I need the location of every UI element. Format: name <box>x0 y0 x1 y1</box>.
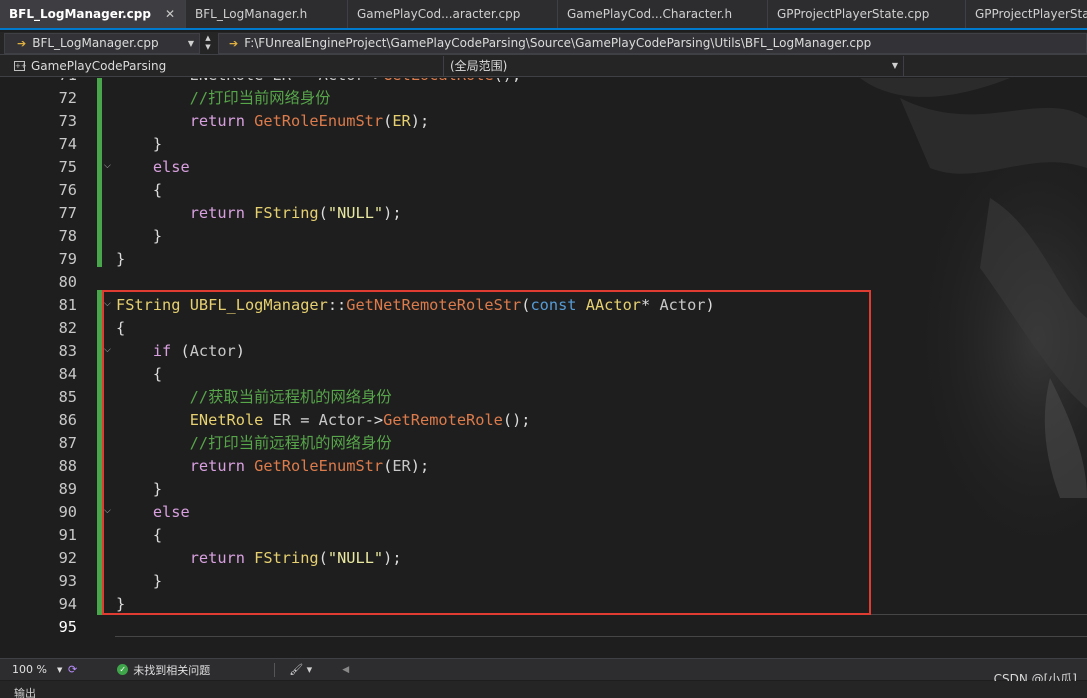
chevron-down-icon: ▼ <box>205 43 211 51</box>
project-label: GamePlayCodeParsing <box>31 58 167 73</box>
arrow-right-icon: ➔ <box>229 36 239 50</box>
tab-label: BFL_LogManager.h <box>195 7 308 21</box>
code-line[interactable]: 95 <box>0 616 1087 639</box>
chevron-down-icon: ▼ <box>187 38 194 48</box>
code-text: else <box>152 158 190 176</box>
code-text: } <box>116 227 163 245</box>
code-line[interactable]: 71 ENetRole ER = Actor->GetLocalRole(); <box>0 78 1087 87</box>
line-number: 85 <box>58 388 77 406</box>
project-dropdown[interactable]: ++ GamePlayCodeParsing <box>0 55 444 76</box>
arrow-right-icon: ➔ <box>17 36 27 50</box>
nav-spinner[interactable]: ▲ ▼ <box>202 33 214 54</box>
file-dropdown-label: BFL_LogManager.cpp <box>32 36 159 50</box>
scope-bar: ++ GamePlayCodeParsing (全局范围) ▼ <box>0 55 1087 77</box>
file-path-field[interactable]: ➔ F:\FUnrealEngineProject\GamePlayCodePa… <box>218 32 1087 54</box>
line-number: 81 <box>58 296 77 314</box>
line-number: 88 <box>58 457 77 475</box>
output-panel-header[interactable]: 输出 <box>0 681 1087 698</box>
issues-label[interactable]: 未找到相关问题 <box>133 662 210 678</box>
check-icon: ✓ <box>117 664 129 675</box>
scroll-left-icon[interactable]: ◀ <box>342 665 349 675</box>
line-number: 84 <box>58 365 77 383</box>
chevron-up-icon: ▲ <box>205 34 211 42</box>
code-text: } <box>116 135 163 153</box>
status-separator <box>274 662 276 677</box>
line-number: 79 <box>58 250 77 268</box>
line-number: 93 <box>58 572 77 590</box>
line-number: 74 <box>58 135 77 153</box>
brush-icon[interactable]: 🖌 ▾ <box>289 663 312 676</box>
code-text: //打印当前网络身份 <box>116 89 331 107</box>
line-number: 95 <box>58 618 77 636</box>
zoom-label: 100 % <box>12 663 47 676</box>
code-line[interactable]: 74 } <box>0 133 1087 156</box>
line-number: 86 <box>58 411 77 429</box>
code-text: return FString("NULL"); <box>189 204 402 222</box>
code-text: { <box>116 181 163 199</box>
tab-gpprojectplayerstate-cpp[interactable]: GPProjectPlayerState.cpp <box>768 0 966 28</box>
tab-bfl-logmanager-cpp[interactable]: BFL_LogManager.cpp ✕ <box>0 0 186 28</box>
output-label: 输出 <box>14 687 36 698</box>
line-number: 91 <box>58 526 77 544</box>
status-bar: 100 % ▼ ⟳ ✓ 未找到相关问题 🖌 ▾ ◀ <box>0 658 1087 680</box>
line-number: 87 <box>58 434 77 452</box>
code-line[interactable]: 77 return FString("NULL"); <box>0 202 1087 225</box>
tab-bar: BFL_LogManager.cpp ✕ BFL_LogManager.h Ga… <box>0 0 1087 30</box>
line-number: 90 <box>58 503 77 521</box>
code-line[interactable]: 75 ⌵ else <box>0 156 1087 179</box>
line-number: 80 <box>58 273 77 291</box>
scope-label: (全局范围) <box>450 59 508 73</box>
chevron-down-icon: ▼ <box>56 665 63 674</box>
line-number: 78 <box>58 227 77 245</box>
file-dropdown[interactable]: ➔ BFL_LogManager.cpp ▼ <box>4 32 200 54</box>
line-number: 89 <box>58 480 77 498</box>
tab-bfl-logmanager-h[interactable]: BFL_LogManager.h <box>186 0 348 28</box>
tab-label: GamePlayCod...Character.h <box>567 7 733 21</box>
line-number: 72 <box>58 89 77 107</box>
code-line[interactable]: 78 } <box>0 225 1087 248</box>
code-line[interactable]: 73 return GetRoleEnumStr(ER); <box>0 110 1087 133</box>
copilot-icon[interactable]: ⟳ <box>68 663 77 676</box>
code-text: ENetRole ER = Actor->GetLocalRole(); <box>116 78 522 87</box>
code-text: return GetRoleEnumStr(ER); <box>189 112 430 130</box>
tab-label: BFL_LogManager.cpp <box>9 7 151 21</box>
code-editor[interactable]: 71 ENetRole ER = Actor->GetLocalRole();7… <box>0 78 1087 658</box>
code-text: } <box>116 250 126 268</box>
scope-dropdown[interactable]: (全局范围) ▼ <box>444 55 904 76</box>
line-number: 92 <box>58 549 77 567</box>
line-number: 71 <box>0 78 77 87</box>
tab-gameplaycod-character-cpp[interactable]: GamePlayCod...aracter.cpp <box>348 0 558 28</box>
tab-gameplaycod-character-h[interactable]: GamePlayCod...Character.h <box>558 0 768 28</box>
fold-chevron-icon[interactable]: ⌵ <box>104 160 111 172</box>
close-icon[interactable]: ✕ <box>165 7 175 21</box>
project-icon: ++ <box>14 60 27 71</box>
tab-label: GPProjectPlayerState.cpp <box>777 7 930 21</box>
code-line[interactable]: 76 { <box>0 179 1087 202</box>
code-line[interactable]: 72 //打印当前网络身份 <box>0 87 1087 110</box>
chevron-down-icon: ▼ <box>891 61 898 70</box>
file-path-label: F:\FUnrealEngineProject\GamePlayCodePars… <box>244 36 872 50</box>
line-number: 94 <box>58 595 77 613</box>
line-number: 73 <box>58 112 77 130</box>
line-number: 83 <box>58 342 77 360</box>
red-annotation-box <box>102 290 871 615</box>
line-number: 82 <box>58 319 77 337</box>
tab-label: GPProjectPlayerState.h <box>975 7 1087 21</box>
line-number: 76 <box>58 181 77 199</box>
tab-gpprojectplayerstate-h[interactable]: GPProjectPlayerState.h <box>966 0 1087 28</box>
line-number: 77 <box>58 204 77 222</box>
tab-label: GamePlayCod...aracter.cpp <box>357 7 521 21</box>
navigation-bar: ➔ BFL_LogManager.cpp ▼ ▲ ▼ ➔ F:\FUnrealE… <box>0 32 1087 55</box>
zoom-dropdown[interactable]: 100 % ▼ <box>0 661 68 679</box>
code-line[interactable]: 79} <box>0 248 1087 271</box>
line-number: 75 <box>58 158 77 176</box>
